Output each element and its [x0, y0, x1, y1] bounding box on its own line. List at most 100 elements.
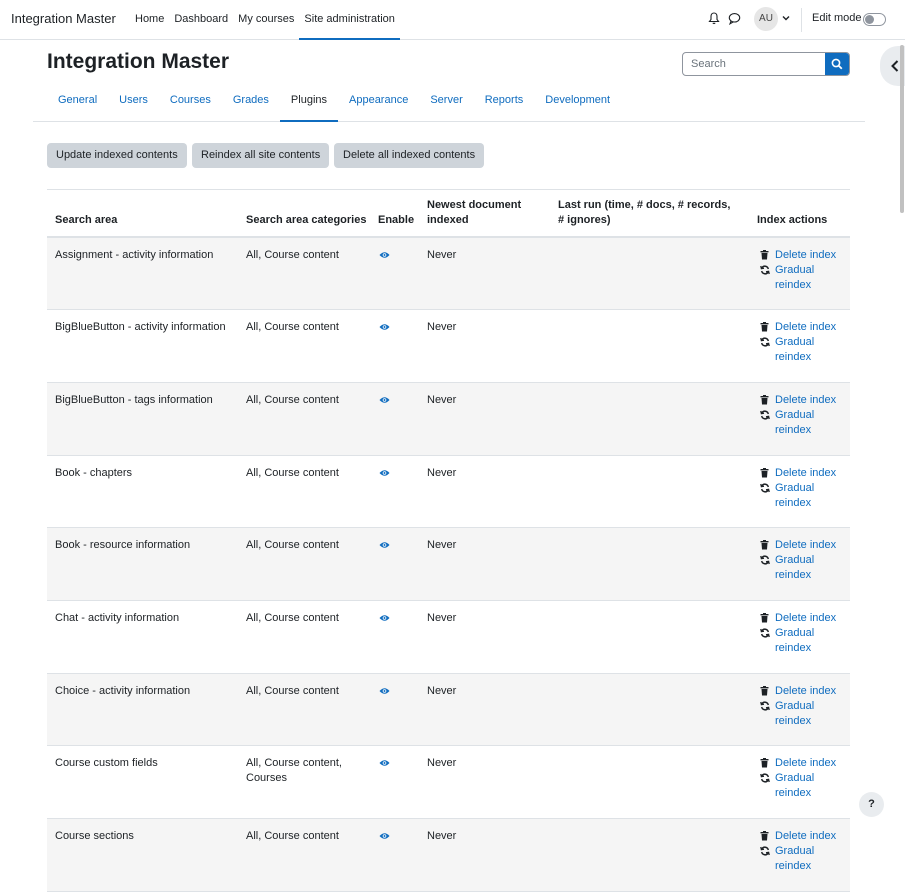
- eye-icon[interactable]: [379, 322, 390, 334]
- tab-general[interactable]: General: [47, 84, 108, 122]
- refresh-icon: [760, 701, 770, 711]
- update-indexed-contents-button[interactable]: Update indexed contents: [47, 143, 187, 168]
- nav-site-administration[interactable]: Site administration: [299, 0, 400, 40]
- table-row: Book - resource information All, Course c…: [47, 528, 850, 601]
- tab-plugins[interactable]: Plugins: [279, 84, 338, 122]
- trash-icon: [760, 540, 769, 550]
- admin-tabs: General Users Courses Grades Plugins App…: [33, 84, 865, 122]
- search-areas-table: Search area Search area categories Enabl…: [47, 189, 850, 892]
- tab-reports[interactable]: Reports: [474, 84, 535, 122]
- scrollbar-thumb[interactable]: [900, 45, 904, 213]
- edit-mode-toggle[interactable]: [863, 13, 886, 26]
- delete-index-action: Delete index: [758, 466, 836, 481]
- search-area-name: Book - resource information: [55, 539, 191, 551]
- eye-icon[interactable]: [379, 686, 390, 698]
- tab-courses[interactable]: Courses: [159, 84, 222, 122]
- chevron-down-icon[interactable]: [782, 13, 790, 25]
- eye-icon[interactable]: [379, 250, 390, 262]
- table-row: BigBlueButton - activity information All,…: [47, 310, 850, 383]
- search-button[interactable]: [825, 53, 849, 75]
- delete-index-link[interactable]: Delete index: [775, 612, 836, 624]
- trash-icon: [760, 322, 769, 332]
- nav-home[interactable]: Home: [130, 0, 169, 40]
- tab-server[interactable]: Server: [419, 84, 473, 122]
- eye-icon[interactable]: [379, 831, 390, 843]
- header-search-area: Search area: [55, 214, 118, 226]
- gradual-reindex-action: Gradual reindex: [758, 626, 836, 656]
- newest-document-value: Never: [427, 467, 457, 479]
- eye-icon[interactable]: [379, 758, 390, 770]
- delete-index-link[interactable]: Delete index: [775, 757, 836, 769]
- eye-icon[interactable]: [379, 468, 390, 480]
- nav-my-courses[interactable]: My courses: [233, 0, 299, 40]
- gradual-reindex-link[interactable]: Gradual reindex: [775, 263, 819, 293]
- gradual-reindex-link[interactable]: Gradual reindex: [775, 626, 819, 656]
- header-categories: Search area categories: [246, 214, 367, 226]
- gradual-reindex-link[interactable]: Gradual reindex: [775, 771, 819, 801]
- newest-document-value: Never: [427, 612, 457, 624]
- notifications-bell-icon[interactable]: [708, 12, 720, 28]
- gradual-reindex-action: Gradual reindex: [758, 263, 836, 293]
- search-input[interactable]: [683, 53, 827, 75]
- delete-index-link[interactable]: Delete index: [775, 467, 836, 479]
- delete-index-action: Delete index: [758, 611, 836, 626]
- index-actions: Delete index Gradual reindex: [758, 320, 836, 365]
- search-area-name: Choice - activity information: [55, 685, 191, 697]
- gradual-reindex-link[interactable]: Gradual reindex: [775, 481, 819, 511]
- table-row: Assignment - activity information All, Co…: [47, 238, 850, 310]
- nav-dashboard[interactable]: Dashboard: [169, 0, 233, 40]
- delete-index-link[interactable]: Delete index: [775, 539, 836, 551]
- primary-nav: Home Dashboard My courses Site administr…: [130, 0, 400, 40]
- tab-users[interactable]: Users: [108, 84, 159, 122]
- delete-all-indexed-button[interactable]: Delete all indexed contents: [334, 143, 485, 168]
- search-area-categories: All, Course content: [246, 685, 339, 697]
- eye-icon[interactable]: [379, 613, 390, 625]
- delete-index-link[interactable]: Delete index: [775, 321, 836, 333]
- table-row: Course sections All, Course content Never D…: [47, 819, 850, 892]
- trash-icon: [760, 758, 769, 768]
- eye-icon[interactable]: [379, 540, 390, 552]
- gradual-reindex-link[interactable]: Gradual reindex: [775, 553, 819, 583]
- gradual-reindex-link[interactable]: Gradual reindex: [775, 408, 819, 438]
- gradual-reindex-action: Gradual reindex: [758, 553, 836, 583]
- newest-document-value: Never: [427, 321, 457, 333]
- newest-document-value: Never: [427, 830, 457, 842]
- table-body: Assignment - activity information All, Co…: [47, 238, 850, 892]
- search-area-categories: All, Course content, Courses: [246, 757, 342, 784]
- tab-development[interactable]: Development: [534, 84, 621, 122]
- search-area-categories: All, Course content: [246, 467, 339, 479]
- delete-index-action: Delete index: [758, 829, 836, 844]
- site-brand[interactable]: Integration Master: [11, 11, 116, 26]
- table-header: Search area Search area categories Enabl…: [47, 190, 850, 238]
- refresh-icon: [760, 555, 770, 565]
- search-area-name: Chat - activity information: [55, 612, 180, 624]
- gradual-reindex-link[interactable]: Gradual reindex: [775, 844, 819, 874]
- table-row: Chat - activity information All, Course c…: [47, 601, 850, 674]
- gradual-reindex-action: Gradual reindex: [758, 481, 836, 511]
- gradual-reindex-action: Gradual reindex: [758, 408, 836, 438]
- search-area-name: Course sections: [55, 830, 134, 842]
- search-area-categories: All, Course content: [246, 321, 339, 333]
- search-area-name: Book - chapters: [55, 467, 133, 479]
- eye-icon[interactable]: [379, 395, 390, 407]
- delete-index-link[interactable]: Delete index: [775, 830, 836, 842]
- trash-icon: [760, 468, 769, 478]
- table-row: Course custom fields All, Course content,…: [47, 746, 850, 819]
- delete-index-link[interactable]: Delete index: [775, 685, 836, 697]
- delete-index-action: Delete index: [758, 538, 836, 553]
- gradual-reindex-link[interactable]: Gradual reindex: [775, 699, 819, 729]
- delete-index-link[interactable]: Delete index: [775, 394, 836, 406]
- delete-index-link[interactable]: Delete index: [775, 249, 836, 261]
- user-avatar[interactable]: AU: [754, 7, 778, 31]
- gradual-reindex-link[interactable]: Gradual reindex: [775, 335, 819, 365]
- reindex-all-button[interactable]: Reindex all site contents: [192, 143, 330, 168]
- chevron-left-icon: [891, 60, 899, 72]
- top-navbar: Integration Master Home Dashboard My cou…: [0, 0, 905, 40]
- refresh-icon: [760, 846, 770, 856]
- tab-grades[interactable]: Grades: [222, 84, 280, 122]
- refresh-icon: [760, 337, 770, 347]
- table-row: Choice - activity information All, Course…: [47, 674, 850, 746]
- help-button[interactable]: ?: [859, 792, 884, 817]
- messages-chat-icon[interactable]: [728, 12, 741, 28]
- tab-appearance[interactable]: Appearance: [338, 84, 419, 122]
